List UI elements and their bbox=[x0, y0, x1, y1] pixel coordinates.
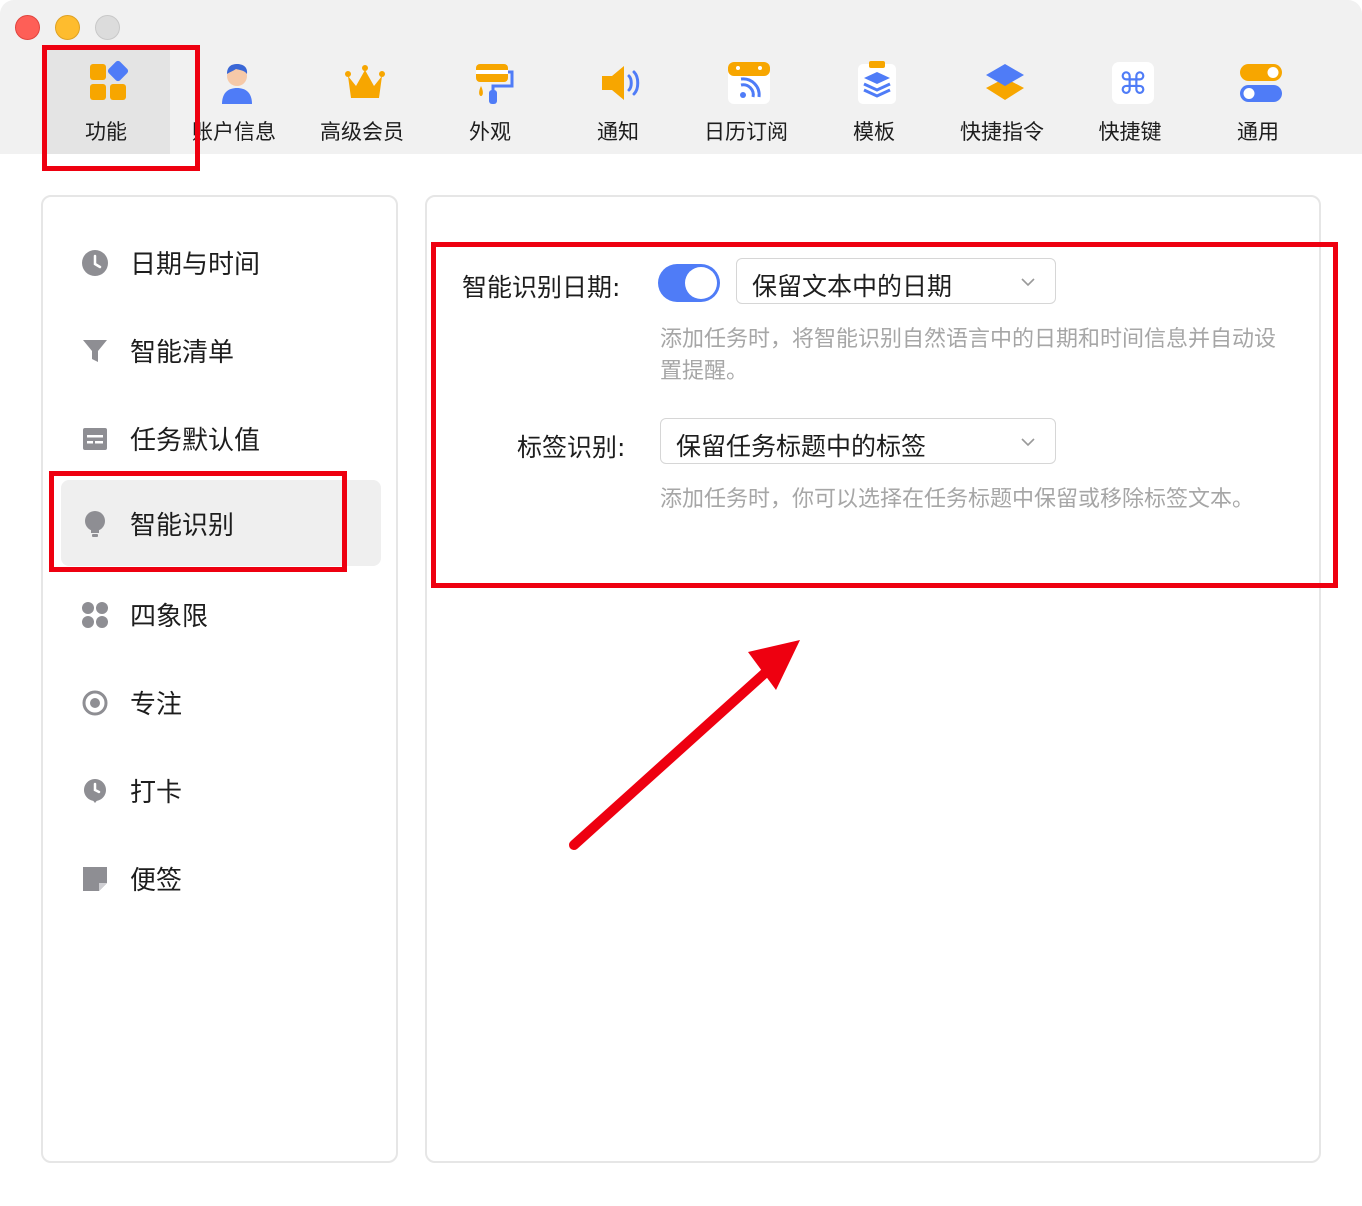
tab-label: 通知 bbox=[597, 120, 639, 144]
tab-label: 高级会员 bbox=[320, 120, 404, 144]
paint-roller-icon bbox=[476, 64, 514, 104]
tab-appearance[interactable]: 外观 bbox=[426, 50, 554, 154]
shortcuts-icon bbox=[986, 64, 1024, 100]
tab-label: 快捷键 bbox=[1098, 120, 1162, 144]
tab-hotkeys[interactable]: ⌘ 快捷键 bbox=[1066, 50, 1194, 154]
tab-general[interactable]: 通用 bbox=[1194, 50, 1322, 154]
form-icon bbox=[83, 428, 107, 450]
sidebar-item-smart-lists[interactable]: 智能清单 bbox=[61, 307, 381, 393]
sidebar-item-label: 智能识别 bbox=[130, 511, 235, 541]
date-recognition-select[interactable]: 保留文本中的日期 bbox=[736, 258, 1056, 304]
date-recognition-label: 智能识别日期: bbox=[462, 273, 621, 302]
sidebar-item-label: 打卡 bbox=[130, 778, 183, 808]
date-recognition-description: 添加任务时，将智能识别自然语言中的日期和时间信息并自动设置提醒。 bbox=[660, 327, 1277, 384]
sidebar-item-label: 便签 bbox=[130, 866, 183, 896]
preferences-window: 功能 账户信息 高级会员 外观 通知 日历订阅 模板 快捷指令 ⌘ 快捷键 通用… bbox=[0, 0, 1362, 1206]
command-key-icon: ⌘ bbox=[1112, 62, 1154, 104]
close-button[interactable] bbox=[15, 15, 40, 40]
checkin-icon bbox=[83, 779, 106, 803]
toolbar: 功能 账户信息 高级会员 外观 通知 日历订阅 模板 快捷指令 ⌘ 快捷键 通用 bbox=[0, 0, 1362, 154]
minimize-button[interactable] bbox=[55, 15, 80, 40]
crown-icon bbox=[345, 65, 385, 98]
tab-label: 日历订阅 bbox=[704, 120, 788, 144]
tab-label: 外观 bbox=[469, 120, 511, 144]
zoom-button[interactable] bbox=[95, 15, 120, 40]
tab-features[interactable]: 功能 bbox=[42, 50, 170, 154]
tab-label: 快捷指令 bbox=[960, 120, 1044, 144]
tab-calendar-subscription[interactable]: 日历订阅 bbox=[682, 50, 810, 154]
toggles-icon bbox=[1240, 64, 1282, 102]
tab-label: 通用 bbox=[1237, 120, 1279, 144]
tag-recognition-select[interactable]: 保留任务标题中的标签 bbox=[660, 418, 1056, 464]
date-recognition-toggle[interactable] bbox=[658, 264, 720, 302]
speaker-icon bbox=[602, 66, 640, 100]
tab-label: 功能 bbox=[85, 120, 127, 144]
grid-icon bbox=[90, 60, 129, 100]
sidebar-item-focus[interactable]: 专注 bbox=[61, 659, 381, 745]
calendar-rss-icon bbox=[728, 62, 770, 104]
sticky-note-icon bbox=[83, 867, 107, 891]
toggle-knob bbox=[685, 267, 717, 299]
sidebar-item-task-defaults[interactable]: 任务默认值 bbox=[61, 395, 381, 481]
tab-shortcuts[interactable]: 快捷指令 bbox=[938, 50, 1066, 154]
sidebar-item-label: 四象限 bbox=[130, 602, 209, 632]
lightbulb-icon bbox=[85, 511, 105, 537]
tab-label: 模板 bbox=[853, 120, 895, 144]
user-icon bbox=[222, 64, 252, 104]
sidebar-item-label: 任务默认值 bbox=[130, 426, 261, 456]
sidebar-item-label: 日期与时间 bbox=[130, 250, 261, 280]
svg-text:⌘: ⌘ bbox=[1118, 67, 1148, 102]
tag-recognition-description: 添加任务时，你可以选择在任务标题中保留或移除标签文本。 bbox=[660, 487, 1255, 512]
clock-icon bbox=[82, 250, 108, 276]
tab-templates[interactable]: 模板 bbox=[810, 50, 938, 154]
tab-label: 账户信息 bbox=[192, 120, 276, 144]
sidebar-item-habit-checkin[interactable]: 打卡 bbox=[61, 747, 381, 833]
select-value: 保留任务标题中的标签 bbox=[676, 432, 927, 461]
sidebar-item-eisenhower-matrix[interactable]: 四象限 bbox=[61, 571, 381, 657]
tag-recognition-label: 标签识别: bbox=[517, 433, 626, 462]
sidebar-item-smart-recognition[interactable]: 智能识别 bbox=[61, 480, 381, 566]
select-value: 保留文本中的日期 bbox=[752, 272, 953, 301]
tab-notifications[interactable]: 通知 bbox=[554, 50, 682, 154]
sidebar-item-date-time[interactable]: 日期与时间 bbox=[61, 219, 381, 305]
chevron-down-icon bbox=[1021, 278, 1035, 287]
sidebar-item-label: 智能清单 bbox=[130, 338, 235, 368]
sidebar-item-label: 专注 bbox=[130, 690, 183, 720]
chevron-down-icon bbox=[1021, 438, 1035, 447]
target-icon bbox=[82, 690, 108, 716]
template-layers-icon bbox=[858, 61, 896, 104]
sidebar-item-sticky-notes[interactable]: 便签 bbox=[61, 835, 381, 921]
filter-icon bbox=[83, 340, 107, 362]
tab-premium[interactable]: 高级会员 bbox=[298, 50, 426, 154]
sidebar: 日期与时间 智能清单 任务默认值 智能识别 四象限 专注 打卡 便签 bbox=[41, 195, 398, 1163]
tab-account[interactable]: 账户信息 bbox=[170, 50, 298, 154]
four-squares-icon bbox=[82, 602, 108, 628]
